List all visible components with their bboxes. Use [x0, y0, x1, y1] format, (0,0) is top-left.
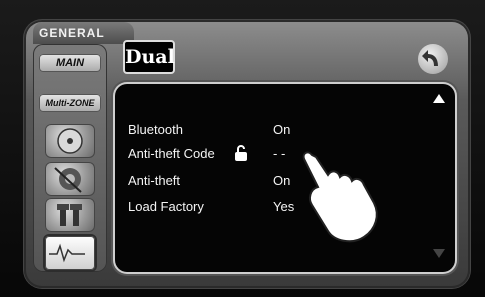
- tools-icon[interactable]: [45, 198, 95, 232]
- dual-logo: Dual: [123, 40, 175, 74]
- speaker-icon[interactable]: [45, 162, 95, 196]
- setting-value: Yes: [273, 199, 295, 214]
- setting-label: Anti-theft: [128, 173, 181, 188]
- setting-value: On: [273, 122, 291, 137]
- back-icon[interactable]: [418, 44, 448, 74]
- sidebar: MAIN Multi-ZONE: [33, 44, 107, 272]
- scroll-down-icon[interactable]: [433, 249, 445, 258]
- lock-icon: [234, 144, 248, 165]
- pointing-hand-icon: [302, 151, 378, 243]
- equalizer-icon[interactable]: [43, 234, 97, 272]
- setting-label: Bluetooth: [128, 122, 183, 137]
- general-tab-title: GENERAL: [33, 22, 134, 44]
- settings-screen: Bluetooth On Anti-theft Code - - Anti-th…: [115, 84, 455, 272]
- setting-value: - -: [273, 146, 286, 161]
- main-button[interactable]: MAIN: [39, 54, 101, 72]
- setting-label: Anti-theft Code: [128, 146, 215, 161]
- disc-icon[interactable]: [45, 124, 95, 158]
- setting-value: On: [273, 173, 291, 188]
- multizone-button[interactable]: Multi-ZONE: [39, 94, 101, 112]
- setting-label: Load Factory: [128, 199, 204, 214]
- scroll-up-icon[interactable]: [433, 94, 445, 103]
